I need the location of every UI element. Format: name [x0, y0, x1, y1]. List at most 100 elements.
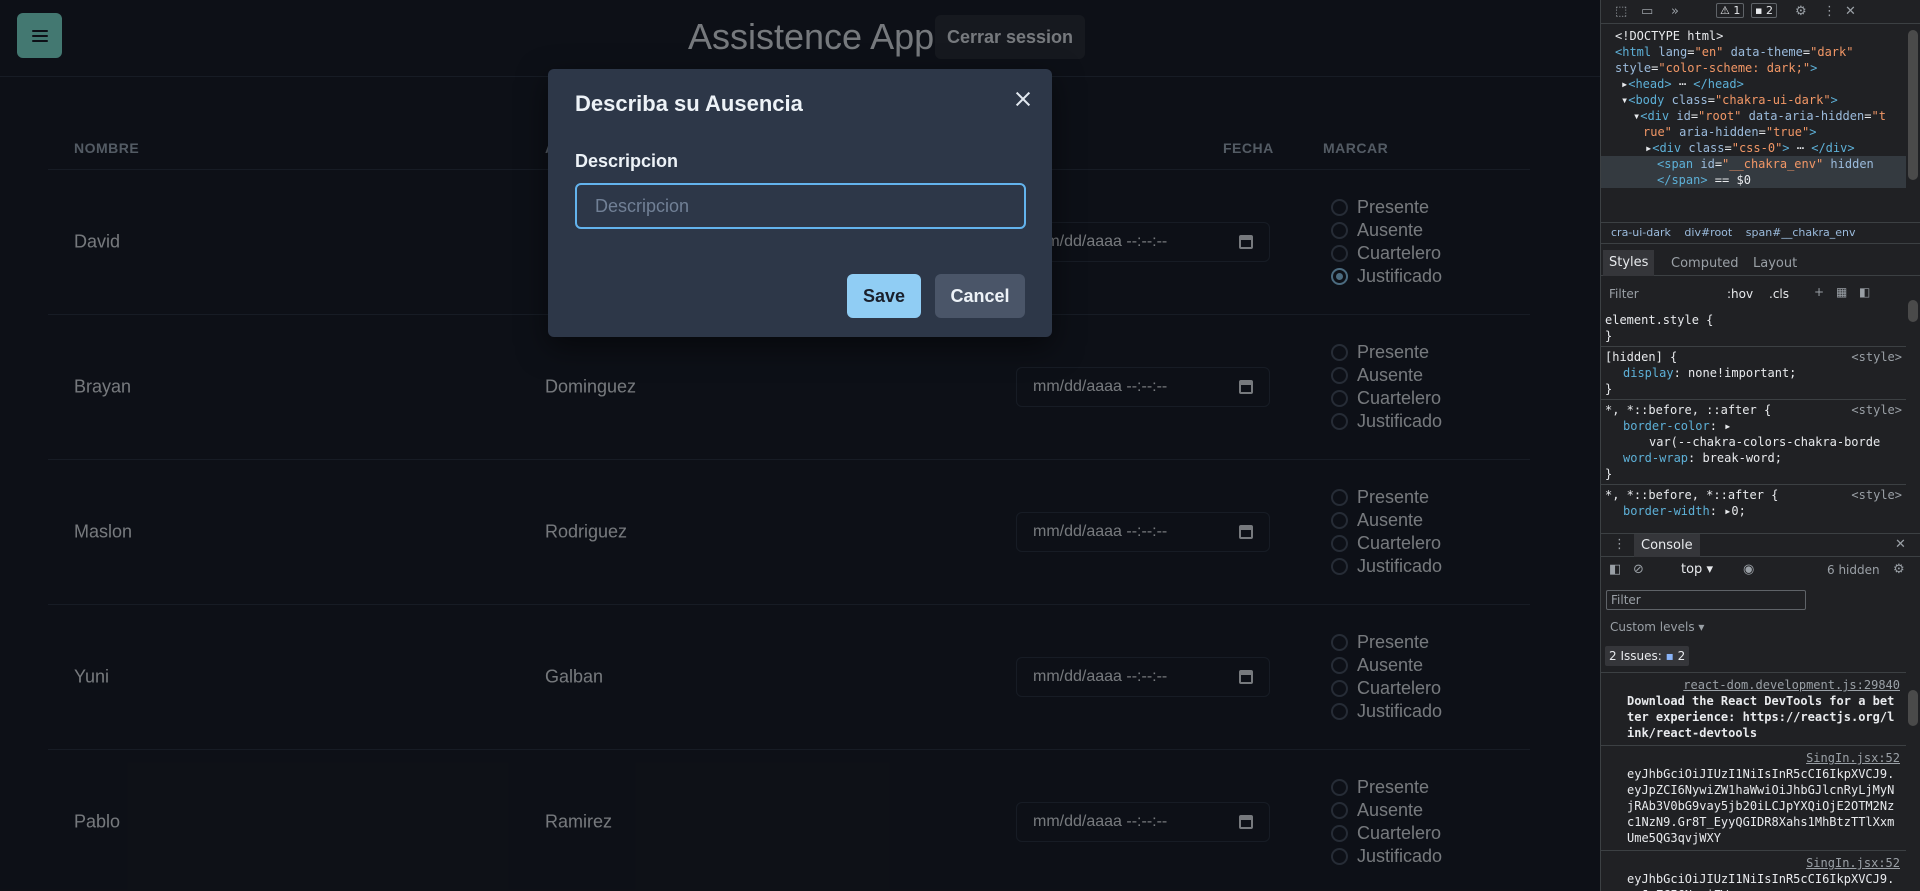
style-rule[interactable]: *, *::before, *::after {<style> border-w…: [1601, 485, 1906, 521]
rule-source[interactable]: <style>: [1851, 402, 1902, 418]
dom-line-chakra-env[interactable]: <span id="__chakra_env" hidden: [1601, 156, 1906, 172]
css-value: var(--chakra-colors-chakra-borde: [1649, 435, 1881, 449]
dom-attr: id: [1700, 157, 1715, 171]
console-message[interactable]: react-dom.development.js:29840 Download …: [1601, 672, 1906, 745]
dom-tree: <!DOCTYPE html> <html lang="en" data-the…: [1601, 28, 1906, 188]
kebab-menu-icon[interactable]: ⋮: [1823, 4, 1836, 19]
tab-styles[interactable]: Styles: [1603, 250, 1655, 276]
dom-val: "color-scheme: dark;": [1658, 61, 1811, 75]
log-source-link[interactable]: react-dom.development.js:29840: [1683, 678, 1900, 692]
rule-source[interactable]: <style>: [1851, 487, 1902, 503]
dom-line-doctype[interactable]: <!DOCTYPE html>: [1601, 28, 1906, 44]
console-message[interactable]: SingIn.jsx:52 eyJhbGciOiJIUzI1NiIsInR5cC…: [1601, 745, 1906, 850]
styles-filter-input[interactable]: Filter: [1609, 287, 1639, 301]
device-toggle-icon[interactable]: ▭: [1641, 4, 1653, 19]
css-value: none!important;: [1688, 366, 1797, 380]
breadcrumb-item[interactable]: div#root: [1684, 226, 1732, 239]
tab-console[interactable]: Console: [1634, 534, 1700, 557]
dom-tag: <span: [1657, 157, 1701, 171]
warnings-badge[interactable]: ⚠ 1: [1716, 3, 1745, 18]
dom-line-head[interactable]: ▸<head> ⋯ </head>: [1601, 76, 1906, 92]
dom-tag: </span>: [1657, 173, 1708, 187]
dom-attr: data-aria-hidden: [1741, 109, 1865, 123]
dom-attr: hidden: [1823, 157, 1874, 171]
drawer-menu-icon[interactable]: ⋮: [1613, 537, 1626, 552]
dom-tag: <div: [1652, 141, 1689, 155]
dom-doctype: <!DOCTYPE html>: [1615, 29, 1724, 43]
save-button[interactable]: Save: [847, 274, 921, 318]
close-devtools-icon[interactable]: ✕: [1845, 4, 1856, 19]
dom-val: "css-0": [1731, 141, 1783, 155]
css-property: display: [1623, 366, 1674, 380]
breadcrumb: cra-ui-dark div#root span#__chakra_env: [1601, 222, 1920, 244]
dom-line-body[interactable]: ▾<body class="chakra-ui-dark">: [1601, 92, 1906, 108]
console-settings-gear-icon[interactable]: ⚙: [1893, 562, 1905, 577]
console-message[interactable]: SingIn.jsx:52 eyJhbGciOiJIUzI1NiIsInR5cC…: [1601, 850, 1906, 891]
log-source-link[interactable]: SingIn.jsx:52: [1806, 751, 1900, 765]
sidebar-toggle-icon[interactable]: ◧: [1859, 285, 1870, 299]
eye-icon[interactable]: ◉: [1743, 562, 1754, 577]
log-levels-label: Custom levels: [1610, 620, 1695, 634]
style-rule[interactable]: [hidden] {<style> display: none!importan…: [1601, 347, 1906, 400]
styles-tabs: Styles Computed Layout: [1601, 250, 1920, 276]
messages-badge[interactable]: ▪ 2: [1751, 3, 1777, 18]
settings-gear-icon[interactable]: ⚙: [1795, 4, 1807, 19]
dom-tag: <div: [1640, 109, 1677, 123]
dom-val: "true": [1765, 125, 1810, 139]
style-rule[interactable]: element.style { }: [1601, 310, 1906, 347]
dom-line-root-cont[interactable]: rue" aria-hidden="true">: [1601, 124, 1906, 140]
dom-line-chakra-env-close[interactable]: </span> == $0: [1601, 172, 1906, 188]
dom-val: "en": [1694, 45, 1724, 59]
rule-selector: *, *::before, ::after {: [1605, 403, 1772, 417]
style-rule[interactable]: *, *::before, ::after { <style> border-co…: [1601, 400, 1906, 485]
issues-button[interactable]: 2 Issues: ▪ 2: [1605, 646, 1690, 666]
breadcrumb-item[interactable]: cra-ui-dark: [1611, 226, 1671, 239]
rule-source[interactable]: <style>: [1851, 349, 1902, 365]
messages-count: 2: [1765, 4, 1773, 17]
log-levels-dropdown[interactable]: Custom levels ▾: [1610, 620, 1704, 634]
console-filter-input[interactable]: Filter: [1606, 590, 1806, 610]
dom-line-root[interactable]: ▾<div id="root" data-aria-hidden="t: [1601, 108, 1906, 124]
hov-toggle[interactable]: :hov: [1727, 287, 1753, 301]
description-input[interactable]: [575, 183, 1026, 229]
css-property: border-color: [1623, 419, 1710, 433]
tab-computed[interactable]: Computed: [1671, 256, 1739, 271]
styles-scrollbar[interactable]: [1908, 300, 1918, 322]
styles-pane: element.style { } [hidden] {<style> disp…: [1601, 310, 1906, 521]
dom-tag: <head>: [1628, 77, 1672, 91]
dom-tag: <html: [1615, 45, 1659, 59]
dom-val: "chakra-ui-dark": [1714, 93, 1831, 107]
dom-tag: </head>: [1693, 77, 1744, 91]
hidden-count: 6 hidden: [1827, 563, 1880, 577]
dom-line-html-style[interactable]: style="color-scheme: dark;">: [1601, 60, 1906, 76]
inspect-element-icon[interactable]: ⬚: [1615, 4, 1627, 19]
dom-scrollbar[interactable]: [1908, 30, 1918, 180]
log-text: Download the React DevTools for a better…: [1627, 694, 1895, 740]
cancel-button[interactable]: Cancel: [935, 274, 1025, 318]
cls-toggle[interactable]: .cls: [1769, 287, 1789, 301]
log-source-link[interactable]: SingIn.jsx:52: [1806, 856, 1900, 870]
dom-line-css0[interactable]: ▸<div class="css-0"> ⋯ </div>: [1601, 140, 1906, 156]
clear-console-icon[interactable]: ⊘: [1633, 562, 1644, 577]
styles-filter-row: Filter :hov .cls + ▦ ◧: [1601, 284, 1920, 306]
dom-line-html[interactable]: <html lang="en" data-theme="dark": [1601, 44, 1906, 60]
console-scrollbar[interactable]: [1908, 690, 1918, 726]
breadcrumb-item[interactable]: span#__chakra_env: [1746, 226, 1856, 239]
dom-attr: data-theme: [1723, 45, 1803, 59]
add-rule-icon[interactable]: +: [1814, 285, 1824, 299]
dom-attr: class: [1671, 93, 1708, 107]
close-icon[interactable]: [1008, 84, 1038, 114]
sidebar-icon[interactable]: ◧: [1609, 562, 1621, 577]
tab-layout[interactable]: Layout: [1753, 256, 1797, 271]
rule-selector: element.style {: [1605, 313, 1714, 327]
dom-selected-ref: == $0: [1707, 173, 1751, 187]
context-select[interactable]: top ▾: [1681, 562, 1713, 577]
css-property: word-wrap: [1623, 451, 1689, 465]
close-drawer-icon[interactable]: ✕: [1895, 537, 1906, 552]
absence-modal: Describa su Ausencia Descripcion Save Ca…: [548, 69, 1052, 337]
description-label: Descripcion: [575, 151, 679, 171]
paint-brush-icon[interactable]: ▦: [1836, 285, 1847, 299]
app-viewport: Assistence App Cerrar session NOMBRE A F…: [0, 0, 1600, 891]
dom-val: "dark": [1810, 45, 1854, 59]
more-tabs-icon[interactable]: »: [1671, 4, 1679, 19]
